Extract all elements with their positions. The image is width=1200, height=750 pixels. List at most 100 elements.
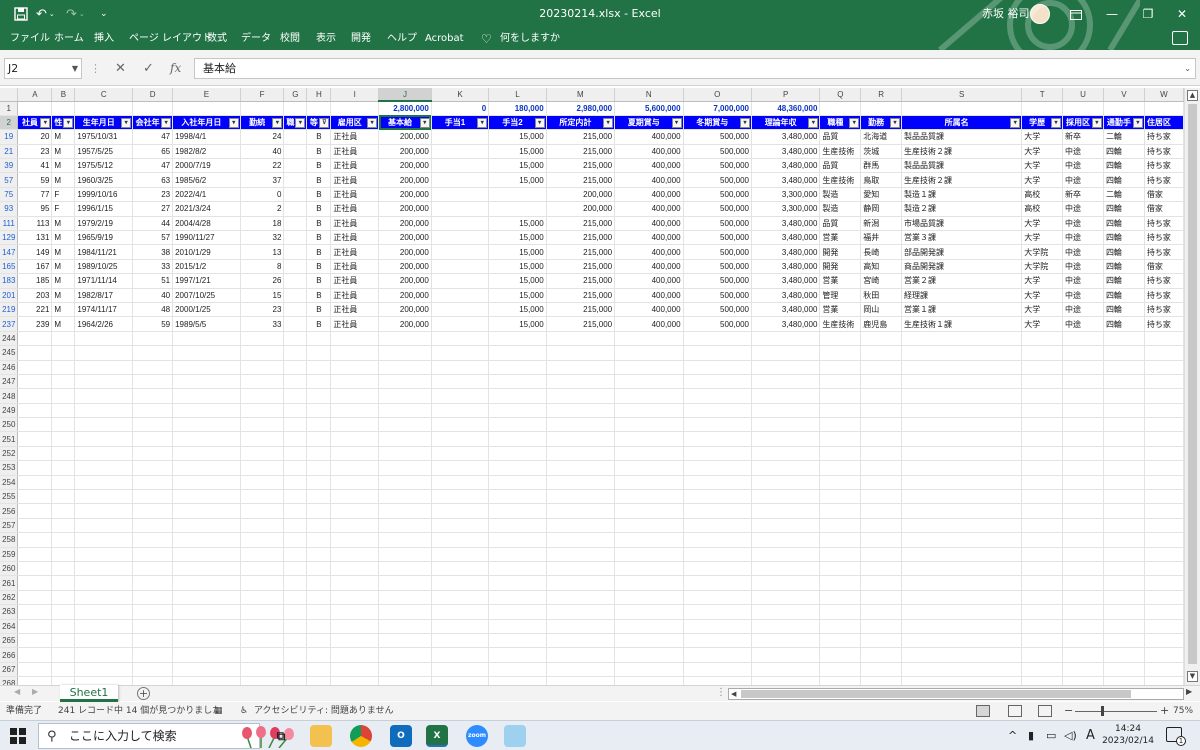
empty-cell[interactable] [683,331,752,347]
empty-cell[interactable] [51,446,76,462]
empty-cell[interactable] [17,431,53,447]
row-header[interactable]: 251 [0,431,19,447]
outlook-icon[interactable]: O [390,725,412,747]
empty-cell[interactable] [240,676,285,685]
tab-file[interactable]: ファイル [10,28,50,50]
cell-winter-bonus[interactable]: 500,000 [683,273,752,289]
cell-position[interactable] [283,158,308,174]
cell-annual-income[interactable]: 3,480,000 [751,129,821,145]
empty-cell[interactable] [172,575,241,591]
empty-cell[interactable] [378,475,432,491]
empty-cell[interactable] [819,489,862,505]
empty-cell[interactable] [431,388,490,404]
cell-education[interactable]: 大学 [1021,316,1063,332]
cell-allowance-1[interactable] [431,316,490,332]
empty-cell[interactable] [51,532,76,548]
empty-cell[interactable] [172,475,241,491]
empty-cell[interactable] [283,374,308,390]
empty-cell[interactable] [614,345,684,361]
empty-cell[interactable] [1062,575,1104,591]
empty-cell[interactable] [751,489,821,505]
column-header-j[interactable]: J [378,88,432,102]
cell-grade[interactable]: B [306,187,332,203]
cell-base-salary[interactable]: 200,000 [378,244,432,260]
empty-cell[interactable] [1062,374,1104,390]
cell-grade[interactable]: B [306,158,332,174]
header-cell-age[interactable]: 会社年 ▾ [132,115,174,131]
empty-cell[interactable] [546,532,616,548]
empty-cell[interactable] [1144,647,1184,663]
empty-cell[interactable] [378,647,432,663]
cell-birth-date[interactable]: 1979/2/19 [74,216,134,232]
cell-gender[interactable]: M [51,288,76,303]
empty-cell[interactable] [51,575,76,591]
cell-summer-bonus[interactable]: 400,000 [614,302,684,318]
empty-cell[interactable] [172,647,241,663]
empty-cell[interactable] [546,345,616,361]
cell-work-location[interactable]: 鳥取 [860,172,903,188]
empty-cell[interactable] [1021,619,1063,634]
empty-cell[interactable] [240,475,285,491]
cell-gender[interactable]: M [51,316,76,332]
cell-regular-pay-total[interactable]: 215,000 [546,172,616,188]
cell-employment-type[interactable]: 正社員 [330,201,380,217]
empty-cell[interactable] [901,532,1023,548]
total-cell-summer-bonus[interactable]: 5,600,000 [614,101,684,116]
cell-employment-type[interactable]: 正社員 [330,302,380,318]
empty-cell[interactable] [683,403,752,419]
prev-sheet-icon[interactable]: ◀ [14,687,20,696]
cell-gender[interactable]: M [51,230,76,246]
empty-cell[interactable] [614,575,684,591]
cell-commute[interactable]: 四輪 [1103,316,1145,332]
empty-cell[interactable] [431,331,490,347]
cell-gender[interactable]: M [51,259,76,275]
empty-cell[interactable] [488,460,547,476]
empty-cell[interactable] [819,460,862,476]
column-header-v[interactable]: V [1103,88,1145,102]
empty-cell[interactable] [1062,547,1104,563]
cell-allowance-1[interactable] [431,158,490,174]
empty-cell[interactable] [283,575,308,591]
row-header[interactable]: 2 [0,115,19,131]
empty-cell[interactable] [378,676,432,685]
column-header-b[interactable]: B [51,88,76,102]
empty-cell[interactable] [330,662,380,678]
empty-cell[interactable] [614,489,684,505]
cell-regular-pay-total[interactable]: 215,000 [546,216,616,232]
zoom-slider-knob[interactable] [1101,706,1104,716]
page-layout-view-icon[interactable] [1008,705,1022,717]
empty-cell[interactable] [751,676,821,685]
filter-dropdown-icon[interactable]: ▾ [603,117,614,128]
cell-annual-income[interactable]: 3,480,000 [751,259,821,275]
cell-department[interactable]: 生産技術１課 [901,316,1023,332]
empty-cell[interactable] [132,590,174,606]
header-cell-summer-bonus[interactable]: 夏期賞与 ▾ [614,115,684,131]
column-header-w[interactable]: W [1144,88,1184,102]
cell-summer-bonus[interactable]: 400,000 [614,230,684,246]
cell-housing[interactable]: 持ち家 [1144,216,1184,232]
empty-cell[interactable] [240,619,285,634]
empty-cell[interactable] [1021,417,1063,433]
empty-cell[interactable] [1062,345,1104,361]
empty-cell[interactable] [1144,547,1184,563]
empty-cell[interactable] [901,403,1023,419]
cell-commute[interactable]: 四輪 [1103,230,1145,246]
header-cell-years-of-service[interactable]: 勤続 ▾ [240,115,285,131]
cell-regular-pay-total[interactable]: 215,000 [546,144,616,160]
cell-regular-pay-total[interactable]: 215,000 [546,129,616,145]
empty-cell[interactable] [546,604,616,620]
customize-quick-access-icon[interactable]: ⌄ [100,0,108,28]
column-header-s[interactable]: S [901,88,1023,102]
cell-hire-date[interactable]: 2021/3/24 [172,201,241,217]
empty-cell[interactable] [378,590,432,606]
cell-gender[interactable]: M [51,158,76,174]
cell-hire-date[interactable]: 2000/7/19 [172,158,241,174]
row-header[interactable]: 257 [0,518,19,534]
row-header[interactable]: 183 [0,273,19,289]
cell-employment-type[interactable]: 正社員 [330,288,380,303]
empty-cell[interactable] [51,460,76,476]
cell-commute[interactable]: 四輪 [1103,288,1145,303]
cell-summer-bonus[interactable]: 400,000 [614,158,684,174]
empty-cell[interactable] [901,388,1023,404]
empty-cell[interactable] [240,633,285,649]
